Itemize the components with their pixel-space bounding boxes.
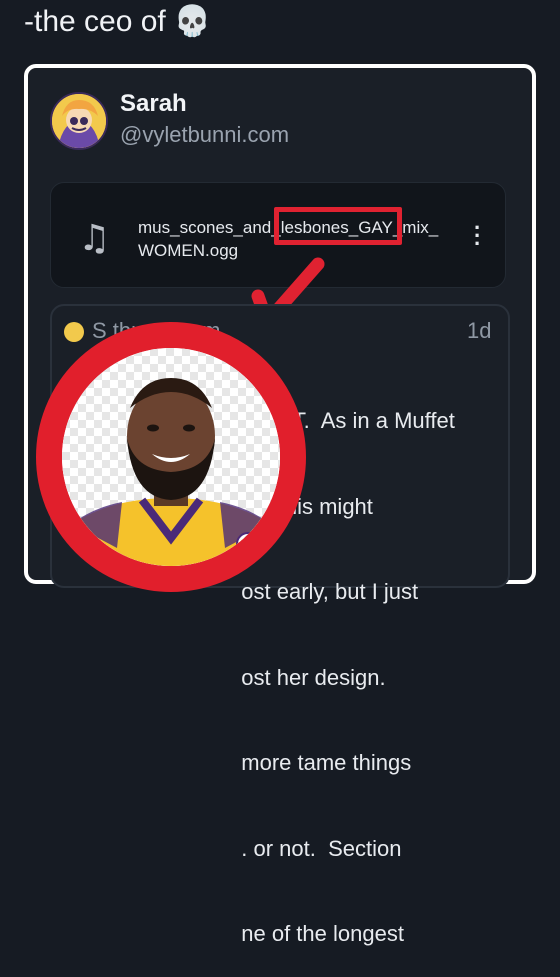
more-vertical-icon[interactable]: · · · xyxy=(474,217,481,255)
author-name[interactable]: Sarah xyxy=(120,90,187,118)
quoted-line: ost her design. xyxy=(64,664,386,690)
caption-text: -the ceo of xyxy=(24,4,166,38)
author-handle[interactable]: @vyletbunni.com xyxy=(120,122,289,148)
quoted-avatar[interactable] xyxy=(64,322,84,342)
post-caption: -the ceo of 💀 xyxy=(24,4,211,39)
red-circle-overlay xyxy=(36,322,306,592)
music-note-icon: ♫ xyxy=(78,218,111,259)
quoted-timestamp[interactable]: 1d xyxy=(467,318,491,344)
quoted-line: more tame things xyxy=(64,750,412,775)
avatar[interactable] xyxy=(50,92,108,150)
quoted-line: . or not. Section xyxy=(64,835,402,861)
red-highlight-box xyxy=(274,207,402,245)
skull-emoji: 💀 xyxy=(173,4,212,39)
avatar-illustration xyxy=(52,94,106,148)
quoted-line: ne of the longest xyxy=(64,921,404,946)
person-photo xyxy=(62,378,280,566)
